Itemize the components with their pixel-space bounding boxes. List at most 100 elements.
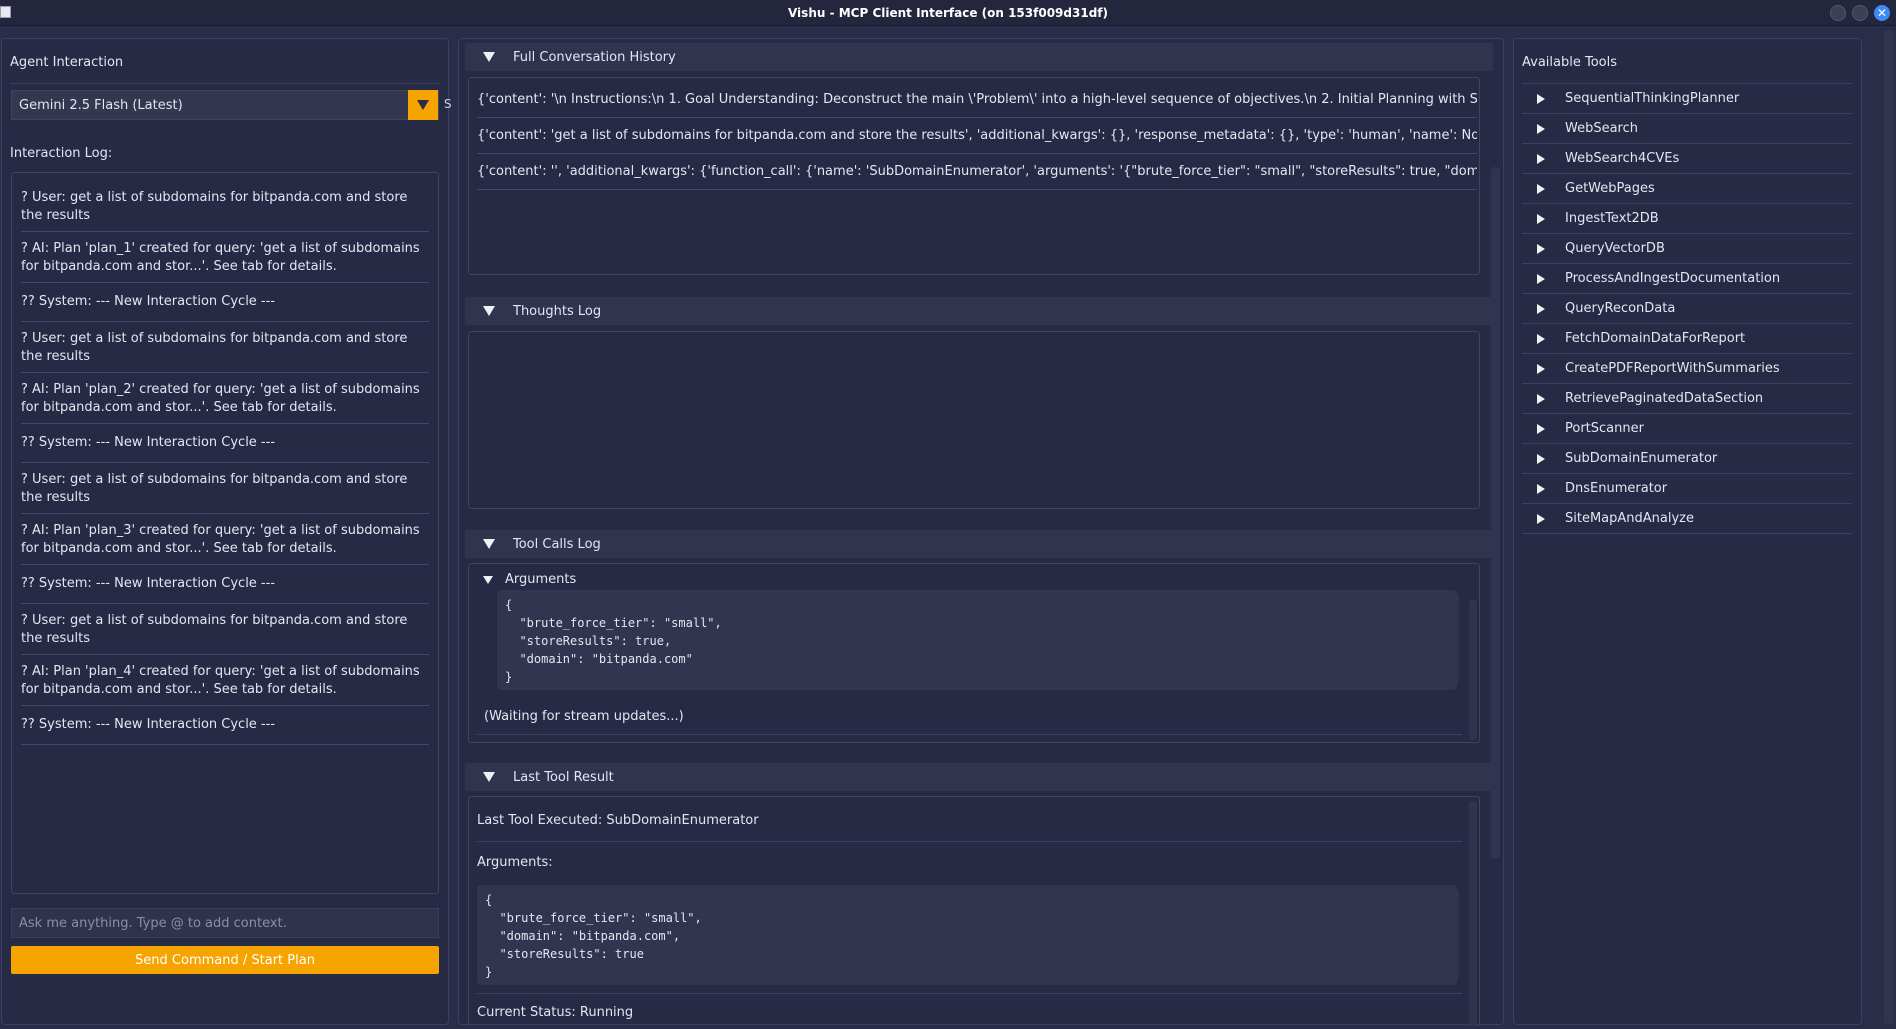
result-arguments-code: { "brute_force_tier": "small", "domain":… — [477, 885, 1457, 985]
waiting-status: (Waiting for stream updates...) — [484, 709, 684, 724]
tool-list: SequentialThinkingPlanner WebSearch WebS… — [1522, 84, 1852, 534]
log-item: ? AI: Plan 'plan_2' created for query: '… — [21, 373, 429, 424]
code-scrollbar[interactable] — [1451, 889, 1459, 979]
last-tool-result-header[interactable]: Last Tool Result — [465, 763, 1493, 791]
log-item: ? AI: Plan 'plan_4' created for query: '… — [21, 655, 429, 706]
tool-item-label: QueryVectorDB — [1565, 241, 1665, 256]
triangle-down-icon — [483, 306, 495, 316]
log-item: ? AI: Plan 'plan_3' created for query: '… — [21, 514, 429, 565]
triangle-right-icon — [1537, 483, 1545, 494]
current-status: Current Status: Running — [477, 1005, 634, 1020]
tool-item-processandingestdocumentation[interactable]: ProcessAndIngestDocumentation — [1522, 264, 1852, 294]
tool-item-label: PortScanner — [1565, 421, 1644, 436]
triangle-right-icon — [1537, 93, 1545, 104]
divider — [477, 734, 1462, 735]
tool-item-getwebpages[interactable]: GetWebPages — [1522, 174, 1852, 204]
tool-item-ingesttext2db[interactable]: IngestText2DB — [1522, 204, 1852, 234]
log-item: ?? System: --- New Interaction Cycle --- — [21, 283, 429, 322]
log-item: ? User: get a list of subdomains for bit… — [21, 463, 429, 514]
log-item: ?? System: --- New Interaction Cycle --- — [21, 565, 429, 604]
tool-item-label: SequentialThinkingPlanner — [1565, 91, 1740, 106]
divider — [477, 841, 1462, 842]
tool-item-sequentialthinkingplanner[interactable]: SequentialThinkingPlanner — [1522, 84, 1852, 114]
history-line: {'content': '', 'additional_kwargs': {'f… — [477, 154, 1477, 190]
last-tool-result-content: Last Tool Executed: SubDomainEnumerator … — [468, 796, 1480, 1026]
last-result-scrollbar[interactable] — [1469, 801, 1477, 1026]
history-line: {'content': '\n Instructions:\n 1. Goal … — [477, 82, 1477, 118]
tool-item-label: WebSearch — [1565, 121, 1639, 136]
last-tool-executed: Last Tool Executed: SubDomainEnumerator — [477, 813, 759, 828]
log-item: ? AI: Plan 'plan_1' created for query: '… — [21, 232, 429, 283]
tool-item-label: WebSearch4CVEs — [1565, 151, 1680, 166]
minimize-button[interactable] — [1830, 5, 1846, 21]
available-tools-panel: Available Tools SequentialThinkingPlanne… — [1513, 38, 1862, 1025]
tool-item-dnsenumerator[interactable]: DnsEnumerator — [1522, 474, 1852, 504]
tool-calls-scrollbar[interactable] — [1469, 600, 1477, 740]
triangle-right-icon — [1537, 183, 1545, 194]
tool-calls-log-label: Tool Calls Log — [513, 536, 601, 552]
tool-item-websearch4cves[interactable]: WebSearch4CVEs — [1522, 144, 1852, 174]
conversation-history-content: {'content': '\n Instructions:\n 1. Goal … — [468, 77, 1480, 275]
window-title: Vishu - MCP Client Interface (on 153f009… — [787, 5, 1108, 20]
triangle-down-icon — [483, 772, 495, 782]
tool-call-arguments-code: { "brute_force_tier": "small", "storeRes… — [497, 590, 1457, 690]
log-item: ?? System: --- New Interaction Cycle --- — [21, 706, 429, 745]
arguments-toggle[interactable]: Arguments — [483, 572, 576, 587]
tool-item-createpdfreportwithsummaries[interactable]: CreatePDFReportWithSummaries — [1522, 354, 1852, 384]
tool-item-label: QueryReconData — [1565, 301, 1676, 316]
tool-calls-log-header[interactable]: Tool Calls Log — [465, 530, 1493, 558]
triangle-down-icon — [483, 52, 495, 62]
triangle-right-icon — [1537, 303, 1545, 314]
triangle-down-icon — [483, 539, 495, 549]
tool-item-label: SiteMapAndAnalyze — [1565, 511, 1695, 526]
thoughts-log-header[interactable]: Thoughts Log — [465, 297, 1493, 325]
model-select[interactable]: Gemini 2.5 Flash (Latest) — [11, 90, 439, 120]
window-scrollbar[interactable] — [1884, 30, 1894, 1025]
code-scrollbar[interactable] — [1451, 594, 1459, 684]
last-tool-result-label: Last Tool Result — [513, 769, 614, 785]
tool-item-sitemapandanalyze[interactable]: SiteMapAndAnalyze — [1522, 504, 1852, 534]
result-arguments-label: Arguments: — [477, 855, 553, 870]
tool-item-queryrecondata[interactable]: QueryReconData — [1522, 294, 1852, 324]
tool-item-queryvectordb[interactable]: QueryVectorDB — [1522, 234, 1852, 264]
triangle-right-icon — [1537, 153, 1545, 164]
tool-item-label: FetchDomainDataForReport — [1565, 331, 1746, 346]
divider — [477, 993, 1462, 994]
tool-item-fetchdomaindataforreport[interactable]: FetchDomainDataForReport — [1522, 324, 1852, 354]
divider — [10, 83, 440, 84]
triangle-right-icon — [1537, 333, 1545, 344]
agent-interaction-panel: Agent Interaction Gemini 2.5 Flash (Late… — [1, 38, 452, 1025]
agent-interaction-title: Agent Interaction — [10, 55, 124, 70]
chevron-down-icon — [417, 100, 429, 110]
tool-item-label: RetrievePaginatedDataSection — [1565, 391, 1764, 406]
ask-input[interactable] — [11, 908, 439, 938]
tool-item-label: IngestText2DB — [1565, 211, 1659, 226]
maximize-button[interactable] — [1852, 5, 1868, 21]
conversation-panel: Full Conversation History {'content': '\… — [458, 38, 1504, 1026]
tool-item-websearch[interactable]: WebSearch — [1522, 114, 1852, 144]
send-command-button[interactable]: Send Command / Start Plan — [11, 946, 439, 974]
tool-item-label: GetWebPages — [1565, 181, 1655, 196]
tool-item-retrievepaginateddatasection[interactable]: RetrievePaginatedDataSection — [1522, 384, 1852, 414]
tool-item-label: SubDomainEnumerator — [1565, 451, 1718, 466]
arguments-label: Arguments — [505, 572, 577, 587]
conversation-panel-scrollbar[interactable] — [1491, 167, 1500, 859]
log-item: ? User: get a list of subdomains for bit… — [21, 181, 429, 232]
conversation-history-label: Full Conversation History — [513, 49, 676, 65]
thoughts-log-label: Thoughts Log — [513, 303, 602, 319]
close-button[interactable]: ✕ — [1874, 5, 1890, 21]
model-select-dropdown-button[interactable] — [408, 90, 438, 120]
triangle-right-icon — [1537, 243, 1545, 254]
interaction-log-label: Interaction Log: — [10, 146, 113, 161]
title-bar: Vishu - MCP Client Interface (on 153f009… — [0, 0, 1896, 26]
triangle-right-icon — [1537, 513, 1545, 524]
close-icon: ✕ — [1876, 6, 1888, 20]
log-item: ? User: get a list of subdomains for bit… — [21, 322, 429, 373]
truncated-label: S — [444, 97, 452, 111]
tool-item-subdomainenumerator[interactable]: SubDomainEnumerator — [1522, 444, 1852, 474]
triangle-right-icon — [1537, 453, 1545, 464]
thoughts-log-content — [468, 331, 1480, 509]
conversation-history-header[interactable]: Full Conversation History — [465, 43, 1493, 71]
tool-item-label: CreatePDFReportWithSummaries — [1565, 361, 1780, 376]
tool-item-portscanner[interactable]: PortScanner — [1522, 414, 1852, 444]
